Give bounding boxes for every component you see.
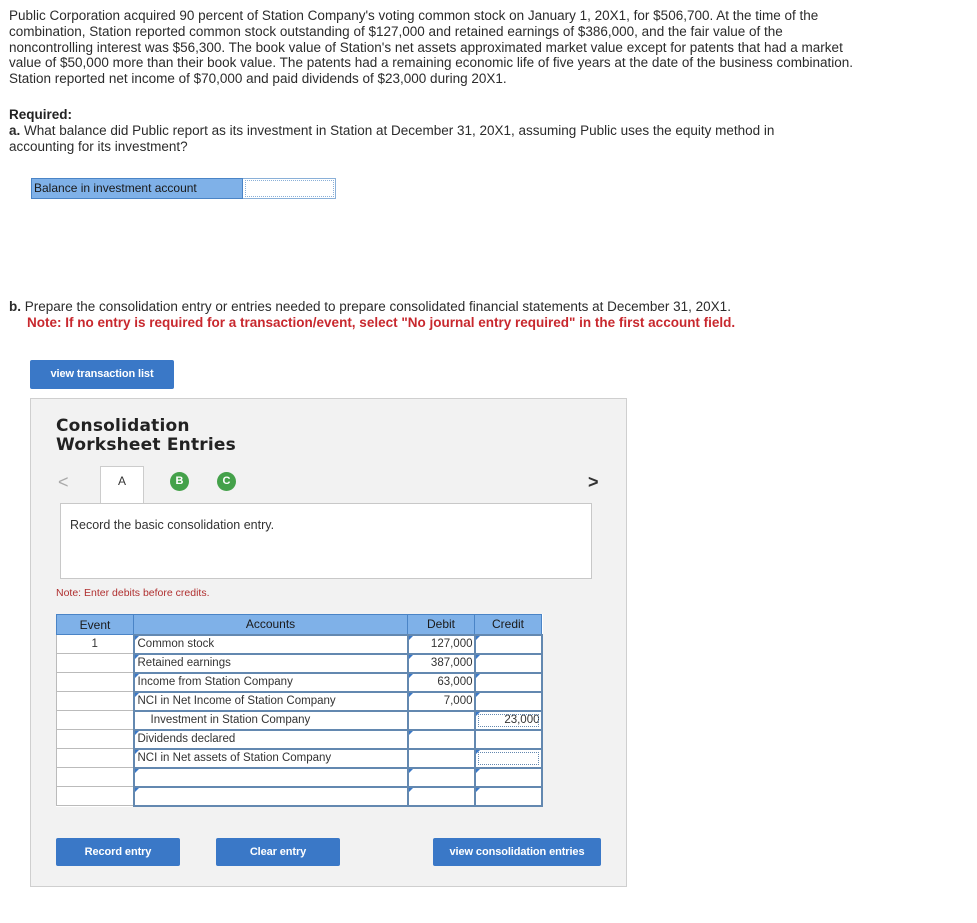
debit-field[interactable]: 387,000 [406,652,476,674]
header-debit: Debit [407,614,475,635]
event-cell [56,691,134,711]
tab-c[interactable]: C [217,472,236,491]
problem-statement: Public Corporation acquired 90 percent o… [9,8,854,87]
event-cell [56,748,134,768]
credit-field[interactable] [473,728,543,750]
table-row: NCI in Net assets of Station Company [56,747,543,769]
debits-note: Note: Enter debits before credits. [56,587,210,599]
event-cell [56,672,134,692]
table-row [56,766,543,788]
event-cell: 1 [56,634,134,654]
table-row: Retained earnings 387,000 [56,652,543,674]
table-row: 1 Common stock 127,000 [56,633,543,655]
balance-row: Balance in investment account [31,178,336,199]
consolidation-worksheet-panel: Consolidation Worksheet Entries < > A B … [30,398,627,887]
part-a-letter: a. [9,123,21,138]
table-row: Income from Station Company 63,000 [56,671,543,693]
account-field[interactable]: Investment in Station Company [132,709,409,731]
event-cell [56,786,134,806]
part-b-text: Prepare the consolidation entry or entri… [24,299,731,314]
account-field[interactable]: NCI in Net assets of Station Company [132,747,409,769]
event-cell [56,653,134,673]
part-b-letter: b. [9,299,21,314]
balance-input[interactable] [243,178,336,199]
debit-field[interactable]: 127,000 [406,633,476,655]
part-a-text: What balance did Public report as its in… [9,123,775,154]
clear-entry-button[interactable]: Clear entry [216,838,340,866]
account-field[interactable]: Dividends declared [132,728,409,750]
account-field[interactable]: Retained earnings [132,652,409,674]
credit-field[interactable]: 23,000 [473,709,543,731]
worksheet-title-line2: Worksheet Entries [56,435,236,455]
journal-table: Event Accounts Debit Credit 1 Common sto… [56,614,543,807]
account-field[interactable]: Income from Station Company [132,671,409,693]
account-field[interactable] [132,766,409,788]
view-consolidation-entries-button[interactable]: view consolidation entries [433,838,601,866]
event-cell [56,767,134,787]
debit-field[interactable] [406,728,476,750]
tab-a[interactable]: A [100,466,144,503]
debit-field[interactable]: 7,000 [406,690,476,712]
worksheet-title-line1: Consolidation [56,416,190,436]
view-transaction-list-button[interactable]: view transaction list [30,360,174,389]
credit-field[interactable] [473,690,543,712]
prev-arrow-icon[interactable]: < [58,472,69,493]
worksheet-title: Consolidation Worksheet Entries [56,417,236,455]
credit-field[interactable] [473,652,543,674]
credit-field[interactable] [473,671,543,693]
next-arrow-icon[interactable]: > [588,472,599,493]
credit-field[interactable] [473,747,543,769]
account-field[interactable] [132,785,409,807]
table-row: Investment in Station Company 23,000 [56,709,543,731]
part-a-question: a. What balance did Public report as its… [9,123,829,155]
journal-header-row: Event Accounts Debit Credit [56,614,542,635]
credit-field[interactable] [473,766,543,788]
credit-field[interactable] [473,785,543,807]
table-row: Dividends declared [56,728,543,750]
credit-field[interactable] [473,633,543,655]
tab-b[interactable]: B [170,472,189,491]
debit-field[interactable] [406,766,476,788]
table-row: NCI in Net Income of Station Company 7,0… [56,690,543,712]
instruction-text: Record the basic consolidation entry. [70,518,275,532]
header-credit: Credit [474,614,542,635]
part-b-question: b. Prepare the consolidation entry or en… [9,299,735,331]
account-field[interactable]: NCI in Net Income of Station Company [132,690,409,712]
instruction-box: Record the basic consolidation entry. [60,503,592,579]
balance-label: Balance in investment account [31,178,243,199]
event-cell [56,710,134,730]
required-heading: Required: [9,107,73,122]
debit-field[interactable]: 63,000 [406,671,476,693]
record-entry-button[interactable]: Record entry [56,838,180,866]
debit-field[interactable] [406,747,476,769]
table-row [56,785,543,807]
debit-field[interactable] [406,709,476,731]
debit-field[interactable] [406,785,476,807]
header-event: Event [56,614,134,635]
account-field[interactable]: Common stock [132,633,409,655]
event-cell [56,729,134,749]
part-b-note: Note: If no entry is required for a tran… [27,314,736,330]
header-accounts: Accounts [133,614,408,635]
